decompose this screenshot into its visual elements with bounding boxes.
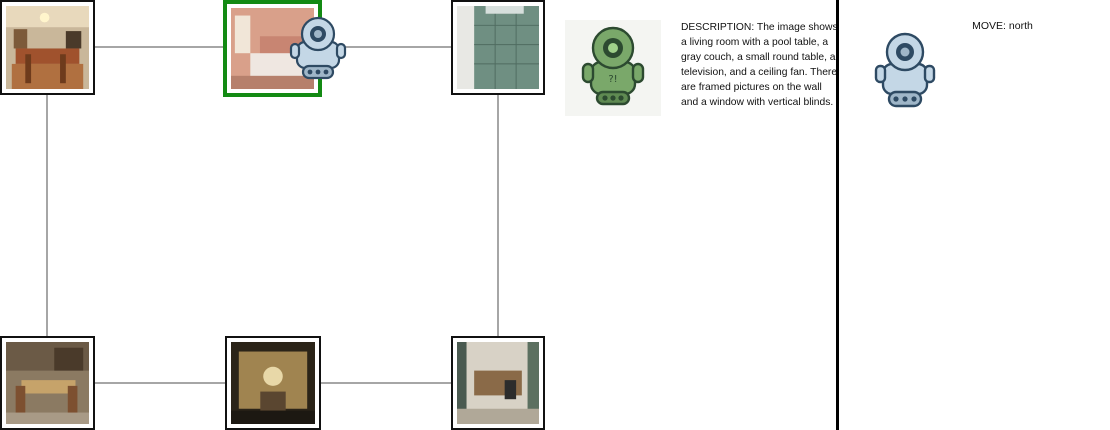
narrator-panel: ?!: [565, 20, 661, 116]
svg-text:?!: ?!: [608, 74, 617, 85]
room-map: [0, 0, 545, 430]
panel-divider: [836, 0, 839, 430]
room-tile-bathroom[interactable]: [451, 0, 545, 95]
room-tile-home-office[interactable]: [451, 336, 545, 430]
room-photo-dining-room: [6, 6, 89, 89]
room-tile-formal-dining-room[interactable]: [0, 336, 95, 430]
room-photo-home-office: [457, 342, 539, 424]
move-action-label: MOVE: north: [972, 20, 1033, 32]
room-description: DESCRIPTION: The image shows a living ro…: [681, 22, 838, 108]
green-robot-icon: ?!: [581, 26, 645, 106]
room-photo-formal-dining-room: [6, 342, 89, 424]
room-tile-ornate-hall[interactable]: [225, 336, 321, 430]
room-tile-dining-room[interactable]: [0, 0, 95, 95]
room-photo-bathroom: [457, 6, 539, 89]
agent-robot-icon: [289, 14, 347, 80]
move-robot-icon: [873, 30, 937, 108]
room-photo-ornate-hall: [231, 342, 315, 424]
